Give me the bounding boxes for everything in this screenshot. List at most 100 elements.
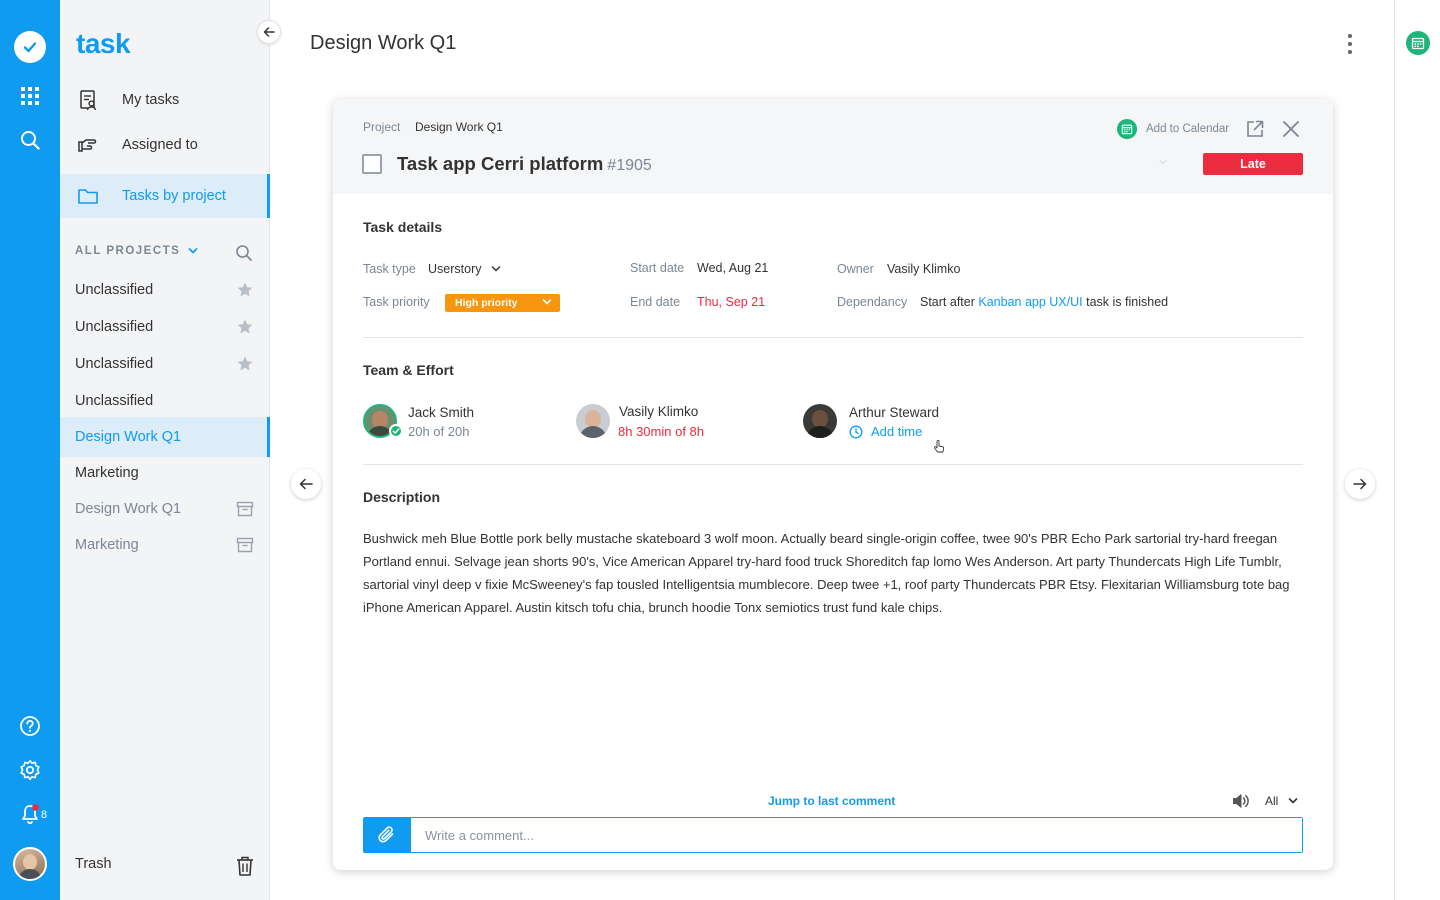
status-badge[interactable]: Late [1203, 153, 1303, 175]
project-label: Unclassified [75, 319, 154, 335]
open-external-icon[interactable] [1245, 119, 1265, 144]
task-type-select[interactable]: Userstory [428, 262, 501, 276]
project-item[interactable]: Marketing [60, 455, 270, 491]
arrow-right-icon [1353, 478, 1367, 490]
more-options-icon[interactable] [1340, 32, 1360, 56]
settings-gear-icon[interactable] [15, 755, 45, 785]
nav-tasks-by-project[interactable]: Tasks by project [60, 174, 270, 218]
search-icon[interactable] [15, 125, 45, 155]
team-effort-heading: Team & Effort [363, 362, 454, 378]
end-date-label: End date [630, 295, 681, 309]
check-icon [389, 424, 403, 438]
app-check-icon[interactable] [14, 31, 46, 63]
project-search-icon[interactable] [235, 244, 253, 267]
chevron-down-icon [492, 266, 501, 272]
previous-task-button[interactable] [291, 469, 321, 499]
add-to-calendar-label: Add to Calendar [1146, 123, 1230, 135]
task-type-label: Task type [363, 262, 416, 276]
nav-label: My tasks [122, 92, 180, 108]
end-date-value[interactable]: Thu, Sep 21 [697, 295, 765, 309]
archive-icon [236, 501, 254, 517]
star-icon [237, 319, 253, 334]
trash-icon[interactable] [235, 855, 255, 882]
add-time-label: Add time [871, 424, 923, 439]
nav-label: Tasks by project [122, 188, 226, 204]
chevron-down-icon [1158, 159, 1168, 165]
member-effort: 20h of 20h [408, 424, 470, 439]
project-item[interactable]: Unclassified [60, 309, 270, 345]
dependency-suffix: task is finished [1086, 295, 1169, 309]
divider [363, 337, 1303, 338]
project-label: Unclassified [75, 282, 154, 298]
nav-label: Assigned to [122, 137, 198, 153]
nav-my-tasks[interactable]: My tasks [60, 78, 270, 122]
task-complete-checkbox[interactable] [362, 154, 382, 174]
task-title-text: Task app Cerri platform [397, 153, 604, 174]
arrow-left-icon [299, 478, 313, 490]
close-icon[interactable] [1282, 120, 1300, 143]
all-projects-label: ALL PROJECTS [75, 245, 181, 257]
right-rail [1394, 0, 1440, 900]
comment-input[interactable] [410, 818, 1302, 852]
project-item[interactable]: Unclassified [60, 346, 270, 382]
trash-link[interactable]: Trash [75, 856, 112, 872]
add-time-button[interactable]: Add time [849, 424, 922, 439]
task-details-heading: Task details [363, 219, 443, 235]
next-task-button[interactable] [1345, 469, 1375, 499]
chevron-down-icon [188, 248, 198, 254]
sidebar: task My tasks Assigned to Tasks by proje… [60, 0, 281, 900]
folder-icon [76, 184, 100, 208]
task-header: Project Design Work Q1 Add to Calendar T… [333, 99, 1333, 194]
my-tasks-icon [76, 88, 100, 112]
task-detail-card: Project Design Work Q1 Add to Calendar T… [333, 99, 1333, 870]
member-effort: 8h 30min of 8h [618, 424, 705, 439]
description-text[interactable]: Bushwick meh Blue Bottle pork belly must… [363, 527, 1293, 619]
user-avatar[interactable] [13, 847, 47, 881]
calendar-icon[interactable] [1406, 31, 1430, 55]
dependency-value: Start after Kanban app UX/UI task is fin… [920, 295, 1168, 309]
add-to-calendar-button[interactable]: Add to Calendar [1117, 119, 1229, 139]
project-item-archived[interactable]: Marketing [60, 527, 270, 563]
project-label: Unclassified [75, 393, 154, 409]
project-label: Marketing [75, 465, 139, 481]
comment-composer [363, 817, 1303, 853]
member-name[interactable]: Jack Smith [408, 405, 474, 420]
nav-assigned-to[interactable]: Assigned to [60, 123, 270, 167]
avatar[interactable] [576, 404, 610, 438]
project-item[interactable]: Unclassified [60, 272, 270, 308]
jump-to-last-comment-link[interactable]: Jump to last comment [768, 794, 895, 808]
task-type-value: Userstory [428, 262, 482, 276]
project-label: Unclassified [75, 356, 154, 372]
collapse-sidebar-button[interactable] [257, 20, 281, 44]
start-date-value[interactable]: Wed, Aug 21 [697, 261, 768, 275]
help-icon[interactable] [15, 711, 45, 741]
project-label: Design Work Q1 [75, 501, 182, 517]
project-crumb-value[interactable]: Design Work Q1 [415, 120, 503, 134]
all-projects-dropdown[interactable]: ALL PROJECTS [75, 245, 198, 257]
project-item[interactable]: Unclassified [60, 383, 270, 419]
apps-grid-icon[interactable] [15, 81, 45, 111]
task-title: Task app Cerri platform #1905 [397, 153, 652, 175]
archive-icon [236, 537, 254, 553]
project-item-active[interactable]: Design Work Q1 [60, 417, 270, 457]
star-icon [237, 282, 253, 297]
sound-icon[interactable] [1232, 793, 1250, 814]
notification-count: 8 [41, 809, 48, 821]
member-name[interactable]: Vasily Klimko [619, 404, 698, 419]
project-crumb-label: Project [363, 120, 401, 134]
owner-value[interactable]: Vasily Klimko [887, 262, 960, 276]
dependency-label: Dependancy [837, 295, 908, 309]
project-label: Design Work Q1 [75, 429, 182, 445]
member-name[interactable]: Arthur Steward [849, 405, 939, 420]
chevron-down-icon [1289, 798, 1298, 804]
avatar[interactable] [803, 404, 837, 438]
attach-paperclip-icon[interactable] [364, 818, 410, 852]
project-item-archived[interactable]: Design Work Q1 [60, 491, 270, 527]
hand-cursor-icon [934, 440, 944, 453]
task-id: #1905 [607, 157, 652, 174]
app-logo: task [76, 28, 131, 59]
priority-dropdown[interactable]: High priority [445, 294, 560, 312]
dependency-link[interactable]: Kanban app UX/UI [978, 295, 1082, 309]
clock-icon [849, 425, 863, 438]
comment-filter-dropdown[interactable]: All [1265, 794, 1298, 808]
